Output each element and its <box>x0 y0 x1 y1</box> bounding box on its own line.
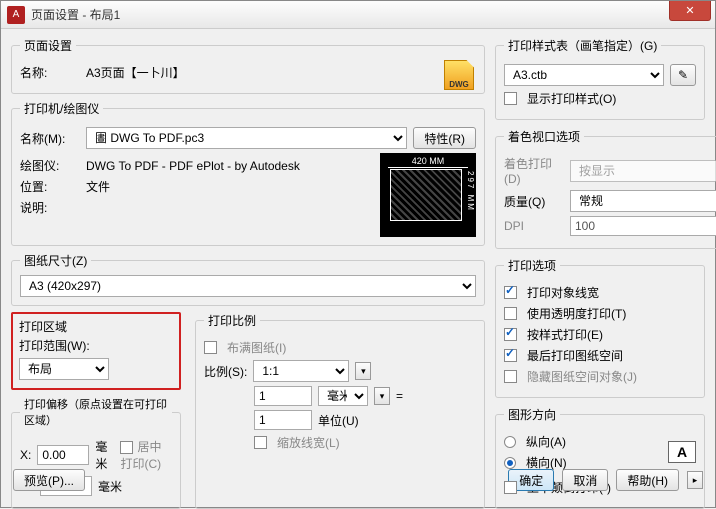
desc-label: 说明: <box>20 199 80 216</box>
plotter-value: DWG To PDF - PDF ePlot - by Autodesk <box>86 159 300 173</box>
opt-lineweight-checkbox[interactable] <box>504 286 517 299</box>
printer-name-select[interactable]: 圕 DWG To PDF.pc3 <box>86 127 407 149</box>
upside-checkbox[interactable] <box>504 481 517 494</box>
opt-lineweight-label: 打印对象线宽 <box>527 284 599 301</box>
shade-select: 按显示 <box>570 160 716 182</box>
paper-preview: 420 MM 297 MM <box>380 153 476 237</box>
paper-size-legend: 图纸尺寸(Z) <box>20 252 91 269</box>
style-table-group: 打印样式表（画笔指定）(G) A3.ctb ✎ 显示打印样式(O) <box>495 37 705 120</box>
offset-x-label: X: <box>20 448 31 462</box>
scale-dropdown-icon[interactable]: ▾ <box>355 362 371 380</box>
show-styles-label: 显示打印样式(O) <box>527 90 616 107</box>
plot-area-highlight: 打印区域 打印范围(W): 布局 <box>11 312 181 390</box>
scale-ratio-label: 比例(S): <box>204 363 247 380</box>
page-setup-group: 页面设置 名称: A3页面【一卜川】 DWG <box>11 37 485 94</box>
preview-width-label: 420 MM <box>388 156 468 168</box>
portrait-label: 纵向(A) <box>526 433 566 450</box>
scale-ratio-select[interactable]: 1:1 <box>253 360 349 382</box>
scale-unit-select[interactable]: 毫米 <box>318 386 368 406</box>
page-setup-legend: 页面设置 <box>20 37 76 54</box>
opt-paperspace-checkbox[interactable] <box>504 349 517 362</box>
preview-button[interactable]: 预览(P)... <box>13 469 85 491</box>
style-table-select[interactable]: A3.ctb <box>504 64 664 86</box>
plot-range-select[interactable]: 布局 <box>19 358 109 380</box>
quality-select[interactable]: 常规 <box>570 190 716 212</box>
portrait-radio[interactable] <box>504 436 516 448</box>
paper-size-select[interactable]: A3 (420x297) <box>20 275 476 297</box>
dwg-icon: DWG <box>444 60 474 90</box>
offset-group: 打印偏移（原点设置在可打印区域） X: 毫米 居中打印(C) Y: 毫米 <box>11 396 181 509</box>
offset-y-unit: 毫米 <box>98 478 122 495</box>
scale-num2-input[interactable] <box>254 410 312 430</box>
opt-transparency-checkbox[interactable] <box>504 307 517 320</box>
app-logo-icon: A <box>7 6 25 24</box>
opt-transparency-label: 使用透明度打印(T) <box>527 305 626 322</box>
fit-paper-label: 布满图纸(I) <box>227 339 286 356</box>
titlebar: A 页面设置 - 布局1 ✕ <box>1 1 715 29</box>
printer-properties-button[interactable]: 特性(R) <box>413 127 476 149</box>
plot-area-legend: 打印区域 <box>19 318 173 335</box>
scale-lineweight-checkbox <box>254 436 267 449</box>
offset-legend: 打印偏移（原点设置在可打印区域） <box>20 396 172 428</box>
cancel-button[interactable]: 取消 <box>562 469 608 491</box>
close-button[interactable]: ✕ <box>669 1 711 21</box>
printer-name-label: 名称(M): <box>20 130 80 147</box>
opt-bystyle-label: 按样式打印(E) <box>527 326 603 343</box>
paper-size-group: 图纸尺寸(Z) A3 (420x297) <box>11 252 485 306</box>
page-name-value: A3页面【一卜川】 <box>86 64 185 81</box>
help-button[interactable]: 帮助(H) <box>616 469 679 491</box>
opt-hide-label: 隐藏图纸空间对象(J) <box>527 368 637 385</box>
where-label: 位置: <box>20 178 80 195</box>
scale-group: 打印比例 布满图纸(I) 比例(S): 1:1 ▾ 毫米 ▾ = <box>195 312 485 509</box>
orientation-legend: 图形方向 <box>504 406 560 423</box>
plot-range-label: 打印范围(W): <box>19 337 173 354</box>
page-name-label: 名称: <box>20 64 80 81</box>
options-group: 打印选项 打印对象线宽 使用透明度打印(T) 按样式打印(E) 最后打印图纸空间… <box>495 257 705 398</box>
style-edit-button[interactable]: ✎ <box>670 64 696 86</box>
quality-label: 质量(Q) <box>504 193 564 210</box>
scale-unit-label: 单位(U) <box>318 412 359 429</box>
fit-paper-checkbox <box>204 341 217 354</box>
opt-paperspace-label: 最后打印图纸空间 <box>527 347 623 364</box>
center-checkbox <box>120 441 133 454</box>
viewport-legend: 着色视口选项 <box>504 128 584 145</box>
shade-label: 着色打印(D) <box>504 155 564 186</box>
orientation-preview-icon: A <box>668 441 696 463</box>
options-legend: 打印选项 <box>504 257 560 274</box>
printer-group: 打印机/绘图仪 名称(M): 圕 DWG To PDF.pc3 特性(R) 绘图… <box>11 100 485 246</box>
orientation-group: 图形方向 纵向(A) 横向(N) A 上下颠倒打印(-) <box>495 406 705 509</box>
window-title: 页面设置 - 布局1 <box>31 6 120 23</box>
dpi-input <box>570 216 716 236</box>
preview-height-label: 297 MM <box>467 171 475 212</box>
scale-num1-input[interactable] <box>254 386 312 406</box>
printer-legend: 打印机/绘图仪 <box>20 100 103 117</box>
offset-x-input[interactable] <box>37 445 89 465</box>
opt-hide-checkbox <box>504 370 517 383</box>
unit-dropdown-icon[interactable]: ▾ <box>374 387 390 405</box>
scale-legend: 打印比例 <box>204 312 260 329</box>
landscape-radio[interactable] <box>504 457 516 469</box>
plotter-label: 绘图仪: <box>20 157 80 174</box>
dpi-label: DPI <box>504 219 564 233</box>
viewport-group: 着色视口选项 着色打印(D) 按显示 质量(Q) 常规 DPI <box>495 128 716 249</box>
show-styles-checkbox[interactable] <box>504 92 517 105</box>
style-table-legend: 打印样式表（画笔指定）(G) <box>504 37 661 54</box>
where-value: 文件 <box>86 178 110 195</box>
scale-lineweight-label: 缩放线宽(L) <box>277 434 340 451</box>
opt-bystyle-checkbox[interactable] <box>504 328 517 341</box>
scale-equals: = <box>396 389 403 403</box>
expand-icon[interactable]: ▸ <box>687 471 703 489</box>
offset-x-unit: 毫米 <box>95 438 110 472</box>
